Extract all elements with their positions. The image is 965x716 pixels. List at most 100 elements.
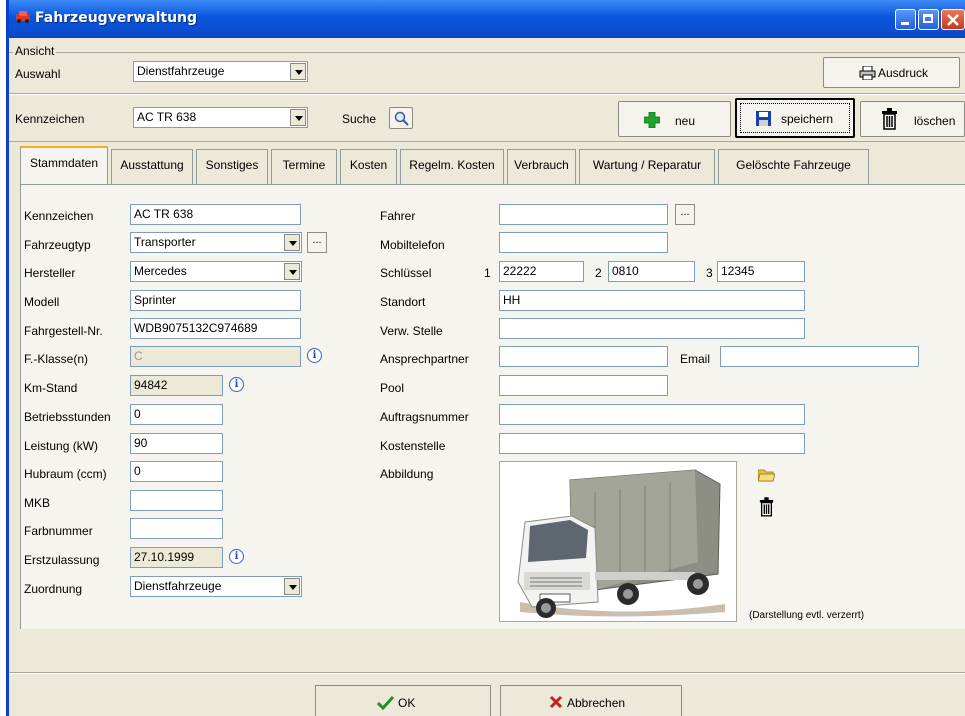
- floppy-disk-icon: [756, 111, 771, 126]
- pool-label: Pool: [380, 381, 405, 395]
- hubraum-field[interactable]: 0: [130, 461, 223, 482]
- betriebsstunden-field[interactable]: 0: [130, 404, 223, 425]
- print-button[interactable]: Ausdruck: [823, 57, 960, 88]
- divider: [9, 673, 965, 674]
- email-field[interactable]: [720, 346, 919, 367]
- tab-label: Stammdaten: [29, 156, 99, 170]
- zuordnung-value: Dienstfahrzeuge: [134, 579, 222, 593]
- ok-button-label: OK: [398, 696, 416, 710]
- schluessel-2-field[interactable]: 0810: [608, 261, 695, 282]
- chevron-down-icon[interactable]: [284, 263, 300, 280]
- tab-wartung-reparatur[interactable]: Wartung / Reparatur: [579, 149, 715, 184]
- save-button[interactable]: speichern: [735, 98, 855, 138]
- vehicle-image: [499, 461, 737, 622]
- divider: [9, 141, 965, 142]
- transporter-truck-image: [517, 469, 725, 618]
- minimize-button[interactable]: [895, 9, 916, 30]
- kostenstelle-field[interactable]: [499, 433, 805, 454]
- fahrzeugtyp-browse-button[interactable]: ...: [307, 232, 327, 253]
- kennzeichen-select[interactable]: AC TR 638: [133, 107, 308, 128]
- hersteller-label: Hersteller: [24, 266, 76, 280]
- close-button[interactable]: [941, 9, 965, 30]
- open-folder-icon[interactable]: [758, 468, 775, 482]
- auswahl-select[interactable]: Dienstfahrzeuge: [133, 61, 308, 82]
- ansprechpartner-field[interactable]: [499, 346, 668, 367]
- tab-kosten[interactable]: Kosten: [340, 149, 397, 184]
- standort-label: Standort: [380, 295, 426, 309]
- email-label: Email: [680, 352, 711, 366]
- fahrer-field[interactable]: [499, 204, 668, 225]
- schluessel-3-label: 3: [706, 266, 713, 280]
- schluessel-2-label: 2: [595, 266, 602, 280]
- ansicht-group-label: Ansicht: [13, 44, 57, 58]
- fahrzeugtyp-select[interactable]: Transporter: [130, 232, 302, 253]
- tab-label: Gelöschte Fahrzeuge: [736, 158, 851, 172]
- info-icon[interactable]: i: [229, 549, 244, 564]
- mobiltelefon-field[interactable]: [499, 232, 668, 253]
- tab-termine[interactable]: Termine: [271, 149, 337, 184]
- farbnummer-label: Farbnummer: [24, 524, 93, 538]
- search-button[interactable]: [389, 107, 413, 129]
- mkb-field[interactable]: [130, 490, 223, 511]
- window-title: Fahrzeugverwaltung: [35, 10, 198, 26]
- cancel-button[interactable]: Abbrechen: [500, 685, 682, 716]
- schluessel-label: Schlüssel: [380, 266, 432, 280]
- erstzulassung-label: Erstzulassung: [24, 553, 100, 567]
- tab-stammdaten[interactable]: Stammdaten: [20, 146, 108, 184]
- info-icon[interactable]: i: [229, 377, 244, 392]
- title-bar[interactable]: Fahrzeugverwaltung: [9, 0, 965, 38]
- tab-verbrauch[interactable]: Verbrauch: [507, 149, 576, 184]
- verwstelle-field[interactable]: [499, 318, 805, 339]
- standort-field[interactable]: HH: [499, 290, 805, 311]
- zuordnung-select[interactable]: Dienstfahrzeuge: [130, 576, 302, 597]
- trash-icon[interactable]: [759, 497, 774, 517]
- search-label: Suche: [342, 112, 377, 126]
- delete-button-label: löschen: [914, 114, 956, 128]
- tab-ausstattung[interactable]: Ausstattung: [111, 149, 193, 184]
- ok-button[interactable]: OK: [315, 685, 491, 716]
- tab-label: Verbrauch: [514, 158, 569, 172]
- schluessel-1-field[interactable]: 22222: [499, 261, 584, 282]
- tab-regelm-kosten[interactable]: Regelm. Kosten: [400, 149, 504, 184]
- auftragsnummer-field[interactable]: [499, 404, 805, 425]
- hersteller-value: Mercedes: [134, 264, 187, 278]
- fahrgestell-field[interactable]: WDB9075132C974689: [130, 318, 301, 339]
- info-icon[interactable]: i: [307, 348, 322, 363]
- kostenstelle-label: Kostenstelle: [380, 439, 446, 453]
- printer-icon: [859, 66, 876, 80]
- tab-geloeschte-fahrzeuge[interactable]: Gelöschte Fahrzeuge: [718, 149, 869, 184]
- car-app-icon: [16, 11, 30, 23]
- close-icon: [947, 14, 959, 26]
- maximize-button[interactable]: [918, 9, 939, 30]
- chevron-down-icon[interactable]: [284, 234, 300, 251]
- x-icon: [549, 695, 563, 709]
- schluessel-3-field[interactable]: 12345: [717, 261, 805, 282]
- tab-label: Ausstattung: [120, 158, 184, 172]
- tab-sonstiges[interactable]: Sonstiges: [196, 149, 268, 184]
- pool-field[interactable]: [499, 375, 668, 396]
- cancel-button-label: Abbrechen: [567, 696, 626, 710]
- mkb-label: MKB: [24, 496, 51, 510]
- fahrzeugtyp-value: Transporter: [134, 235, 196, 249]
- kennzeichen-field[interactable]: AC TR 638: [130, 204, 301, 225]
- fahrer-label: Fahrer: [380, 209, 416, 223]
- hersteller-select[interactable]: Mercedes: [130, 261, 302, 282]
- chevron-down-icon[interactable]: [290, 109, 306, 126]
- leistung-field[interactable]: 90: [130, 433, 223, 454]
- print-button-label: Ausdruck: [878, 66, 929, 80]
- image-distortion-note: (Darstellung evtl. verzerrt): [749, 610, 865, 621]
- save-button-label: speichern: [781, 112, 834, 126]
- kmstand-field: 94842: [130, 375, 223, 396]
- schluessel-1-label: 1: [484, 266, 491, 280]
- tab-label: Termine: [282, 158, 326, 172]
- tab-label: Sonstiges: [205, 158, 259, 172]
- chevron-down-icon[interactable]: [284, 578, 300, 595]
- modell-field[interactable]: Sprinter: [130, 290, 301, 311]
- chevron-down-icon[interactable]: [290, 63, 306, 80]
- delete-button[interactable]: löschen: [860, 101, 965, 137]
- new-button[interactable]: neu: [618, 101, 731, 137]
- farbnummer-field[interactable]: [130, 518, 223, 539]
- ansprechpartner-label: Ansprechpartner: [380, 352, 469, 366]
- tab-label: Kosten: [349, 158, 388, 172]
- fahrer-browse-button[interactable]: ...: [675, 204, 695, 225]
